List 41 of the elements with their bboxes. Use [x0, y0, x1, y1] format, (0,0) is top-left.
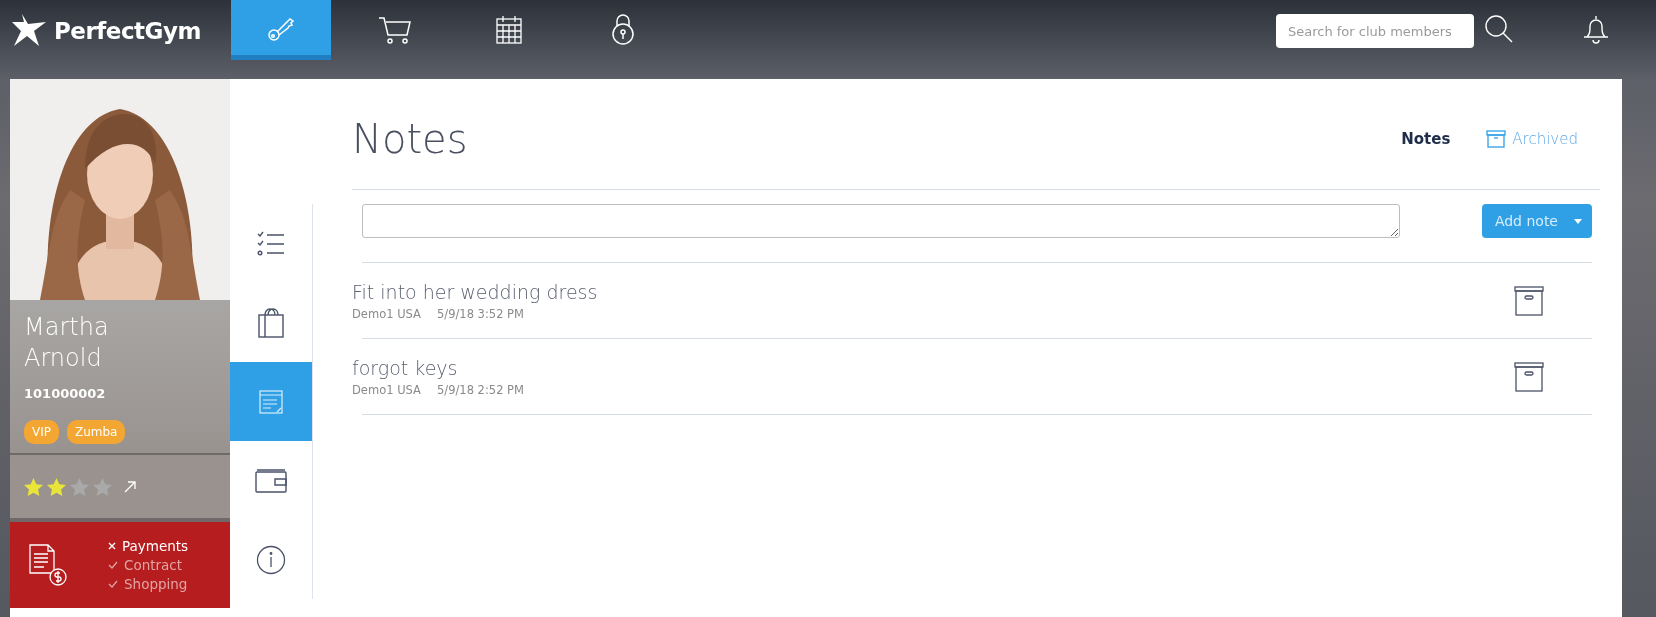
archive-button[interactable]: [1514, 285, 1544, 316]
note-time: 5/9/18 3:52 PM: [436, 306, 524, 324]
star-icon: [47, 477, 66, 496]
logo-text: PerfectGym: [54, 17, 201, 46]
view-tab[interactable]: Archived: [1480, 126, 1584, 152]
star-icon: [93, 477, 112, 496]
checklist-icon: [257, 230, 285, 257]
add-note-button[interactable]: Add note: [1481, 204, 1592, 238]
arrow-icon[interactable]: [124, 480, 136, 493]
bell-icon[interactable]: [1582, 14, 1610, 44]
member-tag: Zumba: [67, 419, 126, 444]
member-name: Martha Arnold: [24, 312, 110, 374]
alert-label: Contract: [124, 555, 183, 575]
caret-icon: [1574, 218, 1582, 224]
note-author: Demo1 USA: [352, 306, 421, 324]
info-icon: [256, 544, 286, 575]
notepad-icon: [259, 389, 283, 414]
note-time: 5/9/18 2:52 PM: [436, 382, 524, 400]
archive-button[interactable]: [1514, 361, 1544, 392]
archive-box-icon: [1486, 130, 1507, 148]
search-icon[interactable]: [1484, 14, 1514, 44]
padlock-icon: [610, 14, 636, 46]
note-text: Fit into her wedding dress: [352, 279, 598, 305]
view-tab[interactable]: Notes: [1395, 126, 1457, 152]
cart-icon: [377, 15, 413, 45]
member-number: 101000002: [24, 385, 107, 403]
star-icon: [70, 477, 89, 496]
shopping-bag-icon: [258, 306, 284, 339]
member-tag: VIP: [24, 419, 59, 444]
star-icon: [24, 477, 43, 496]
alert-label: Shopping: [124, 574, 188, 594]
logo-icon: [12, 14, 48, 49]
wallet-icon: [255, 468, 287, 493]
note-text: forgot keys: [352, 355, 459, 381]
search-field[interactable]: Search for club members: [1276, 14, 1474, 48]
note-field[interactable]: [362, 204, 1400, 238]
calendar-icon: [495, 15, 523, 45]
note-author: Demo1 USA: [352, 382, 421, 400]
alert-label: Payments: [122, 536, 189, 556]
page-title: Notes: [352, 115, 468, 163]
invoice-icon: [28, 544, 68, 586]
